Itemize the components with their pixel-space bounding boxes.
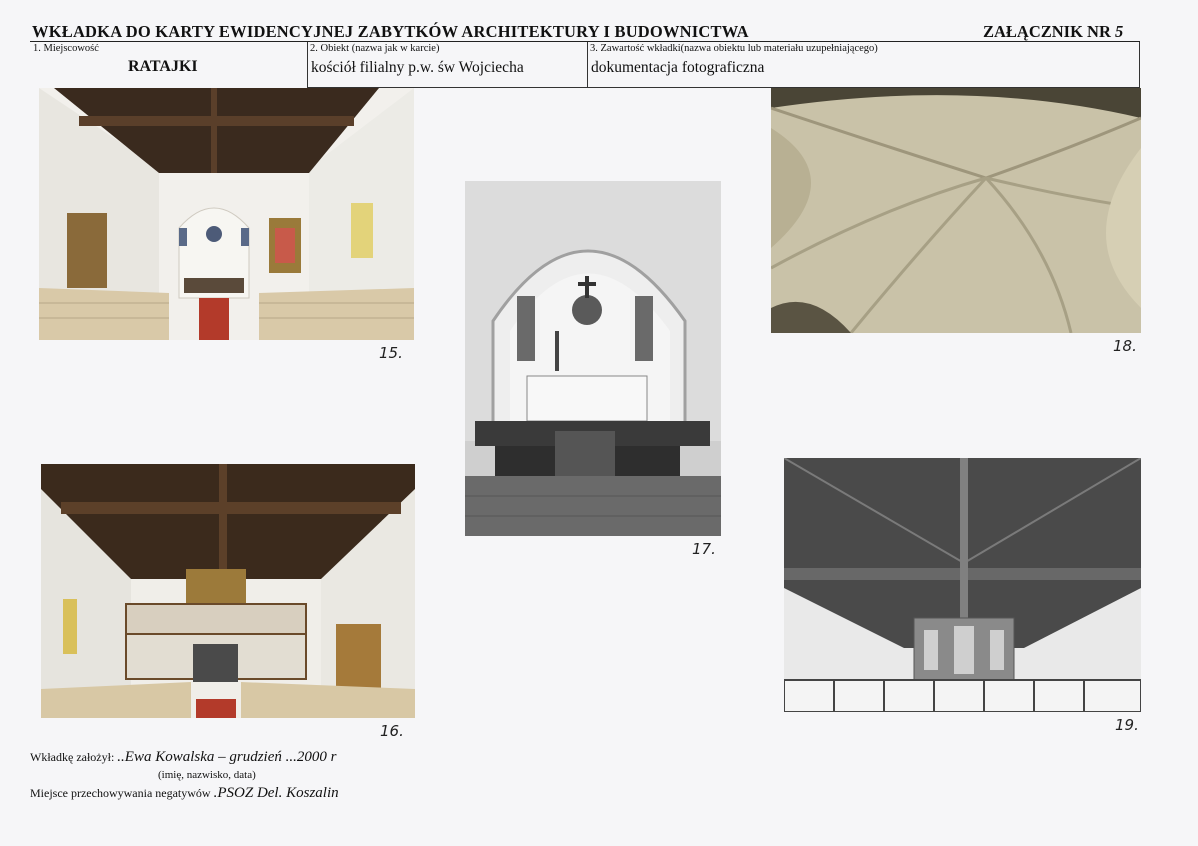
storage-value: .PSOZ Del. Koszalin (213, 785, 339, 801)
field-content: 3. Zawartość wkładki(nazwa obiektu lub m… (587, 42, 1140, 88)
storage-line: Miejsce przechowywania negatywów .PSOZ D… (30, 785, 339, 802)
field-label: 2. Obiekt (nazwa jak w karcie) (310, 43, 440, 54)
document-sheet: WKŁADKA DO KARTY EWIDENCYJNEJ ZABYTKÓW A… (0, 0, 1198, 846)
field-value: dokumentacja fotograficzna (591, 59, 765, 76)
header-fields-table: 1. Miejscowość RATAJKI 2. Obiekt (nazwa … (30, 42, 1140, 88)
presbytery-image (465, 181, 721, 536)
photo-vault (771, 88, 1141, 333)
field-locality: 1. Miejscowość RATAJKI (30, 42, 308, 87)
photo-number: 17. (692, 540, 716, 558)
organ-loft-image (784, 458, 1141, 712)
author-value: ..Ewa Kowalska – grudzień ...2000 r (117, 749, 337, 765)
field-object: 2. Obiekt (nazwa jak w karcie) kościół f… (307, 42, 588, 88)
nave-altar-image (39, 88, 414, 340)
author-label: Wkładkę założył: (30, 750, 115, 764)
photo-nave-altar (39, 88, 414, 340)
author-line: Wkładkę założył: ..Ewa Kowalska – grudzi… (30, 749, 336, 766)
author-hint: (imię, nazwisko, data) (158, 769, 256, 781)
photo-presbytery (465, 181, 721, 536)
field-value: kościół filialny p.w. św Wojciecha (311, 59, 524, 76)
field-label: 1. Miejscowość (33, 43, 99, 54)
storage-label: Miejsce przechowywania negatywów (30, 786, 211, 800)
vault-image (771, 88, 1141, 333)
field-label: 3. Zawartość wkładki(nazwa obiektu lub m… (590, 43, 878, 54)
photo-nave-organ (41, 464, 415, 718)
annex-label: ZAŁĄCZNIK NR 5 (983, 22, 1123, 42)
photo-organ-loft (784, 458, 1141, 712)
photo-number: 19. (1115, 716, 1139, 734)
field-value: RATAJKI (128, 58, 198, 75)
annex-label-text: ZAŁĄCZNIK NR (983, 22, 1111, 41)
photo-number: 18. (1113, 337, 1137, 355)
annex-number: 5 (1115, 22, 1124, 41)
photo-number: 16. (380, 722, 404, 740)
document-title: WKŁADKA DO KARTY EWIDENCYJNEJ ZABYTKÓW A… (32, 22, 749, 41)
nave-organ-image (41, 464, 415, 718)
photo-number: 15. (379, 344, 403, 362)
